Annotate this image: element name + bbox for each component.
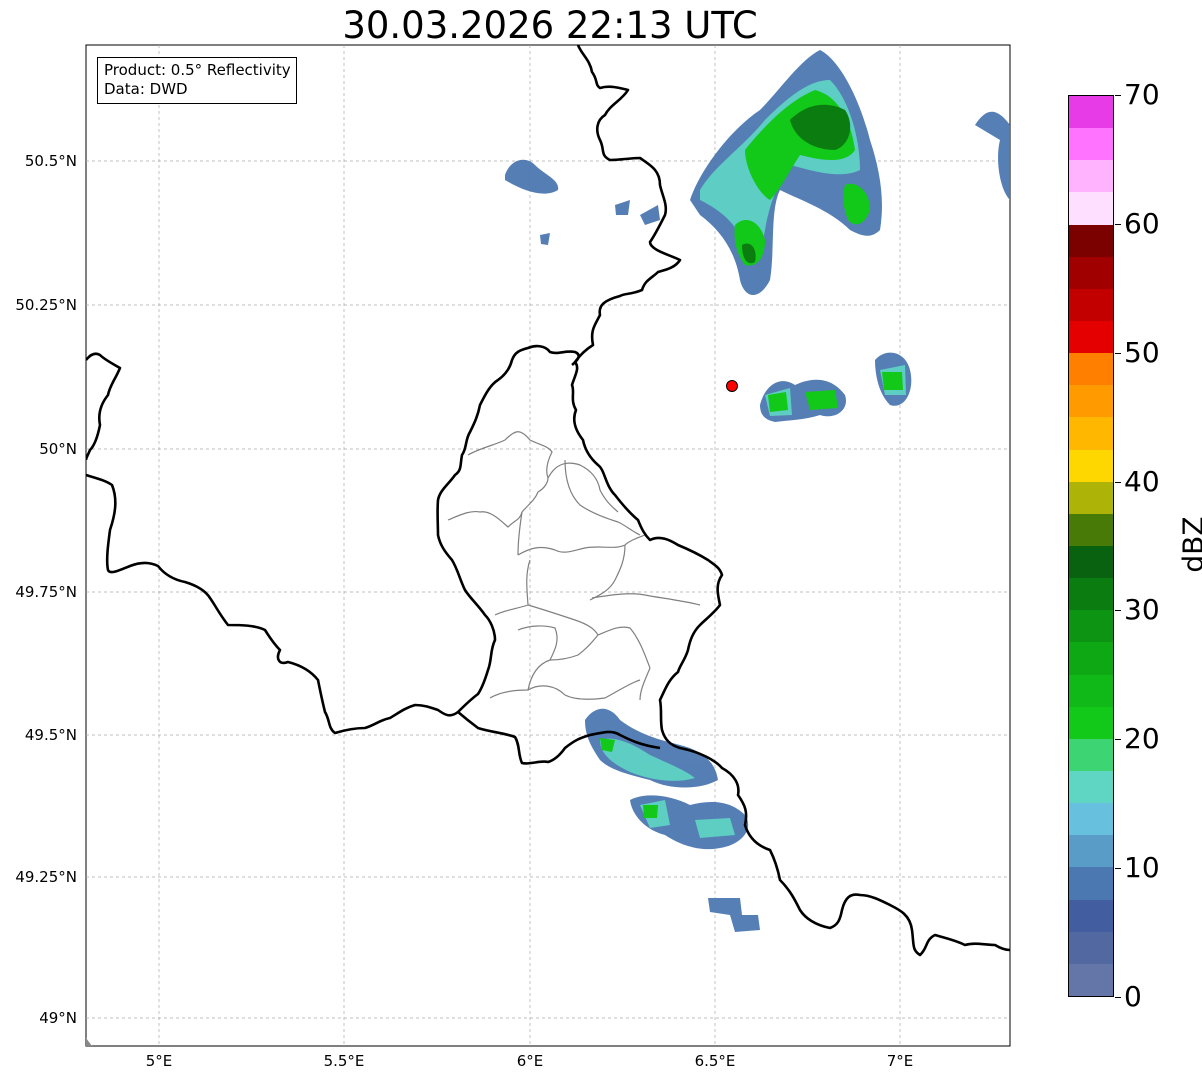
colorbar-segment: [1069, 963, 1113, 996]
colorbar-segment: [1069, 481, 1113, 514]
colorbar-segment: [1069, 353, 1113, 386]
colorbar-segment: [1069, 931, 1113, 964]
colorbar-segment: [1069, 513, 1113, 547]
colorbar-segment: [1069, 321, 1113, 354]
colorbar-segment: [1069, 96, 1113, 129]
colorbar-segment: [1069, 385, 1113, 418]
latitude-tick-label: 49°N: [39, 1009, 77, 1027]
data-source-label: Data: DWD: [104, 80, 188, 98]
colorbar-tick-label: 10: [1124, 851, 1160, 885]
colorbar-segment: [1069, 867, 1113, 900]
colorbar-tick-mark: [1115, 739, 1121, 741]
latitude-tick-label: 49.75°N: [15, 583, 77, 601]
longitude-tick-label: 7°E: [886, 1052, 914, 1070]
colorbar-segment: [1069, 610, 1113, 643]
colorbar-tick-label: 20: [1124, 722, 1160, 756]
colorbar-tick-mark: [1115, 223, 1121, 225]
colorbar-tick-mark: [1115, 481, 1121, 483]
longitude-tick-label: 5.5°E: [323, 1052, 365, 1070]
latitude-tick-label: 49.25°N: [15, 868, 77, 886]
colorbar-segment: [1069, 449, 1113, 482]
colorbar-segment: [1069, 128, 1113, 161]
colorbar-segment: [1069, 899, 1113, 932]
radar-map: [85, 44, 1011, 1047]
colorbar-segment: [1069, 674, 1113, 707]
colorbar-tick-mark: [1115, 95, 1121, 96]
colorbar-segment: [1069, 417, 1113, 450]
colorbar-segment: [1069, 803, 1113, 836]
info-box: Product: 0.5° Reflectivity Data: DWD: [97, 57, 297, 104]
colorbar-segment: [1069, 642, 1113, 675]
latitude-tick-label: 50.5°N: [24, 152, 77, 170]
colorbar-segment: [1069, 160, 1113, 193]
colorbar-segment: [1069, 835, 1113, 868]
colorbar-tick-label: 0: [1124, 980, 1142, 1013]
colorbar-segment: [1069, 706, 1113, 739]
colorbar: [1068, 95, 1114, 997]
colorbar-tick-label: 70: [1124, 78, 1160, 111]
colorbar-unit-label: dBZ: [1176, 516, 1202, 573]
colorbar-segment: [1069, 224, 1113, 257]
colorbar-tick-label: 40: [1124, 464, 1160, 498]
colorbar-tick-mark: [1115, 610, 1121, 612]
colorbar-segment: [1069, 256, 1113, 289]
radar-site-marker: [726, 380, 738, 392]
colorbar-segment: [1069, 771, 1113, 804]
colorbar-tick-mark: [1115, 352, 1121, 354]
colorbar-segment: [1069, 288, 1113, 322]
colorbar-tick-label: 30: [1124, 593, 1160, 627]
latitude-tick-label: 50.25°N: [15, 296, 77, 314]
product-label: Product: 0.5° Reflectivity: [104, 61, 291, 79]
latitude-tick-label: 50°N: [39, 440, 77, 458]
longitude-tick-label: 6°E: [516, 1052, 544, 1070]
colorbar-tick-label: 60: [1124, 206, 1160, 240]
colorbar-segment: [1069, 192, 1113, 225]
colorbar-tick-label: 50: [1124, 335, 1160, 369]
colorbar-segment: [1069, 738, 1113, 772]
colorbar-tick-mark: [1115, 868, 1121, 870]
colorbar-segment: [1069, 546, 1113, 579]
longitude-tick-label: 5°E: [145, 1052, 173, 1070]
colorbar-segment: [1069, 578, 1113, 611]
colorbar-tick-mark: [1115, 997, 1121, 998]
longitude-tick-label: 6.5°E: [694, 1052, 736, 1070]
latitude-tick-label: 49.5°N: [24, 726, 77, 744]
